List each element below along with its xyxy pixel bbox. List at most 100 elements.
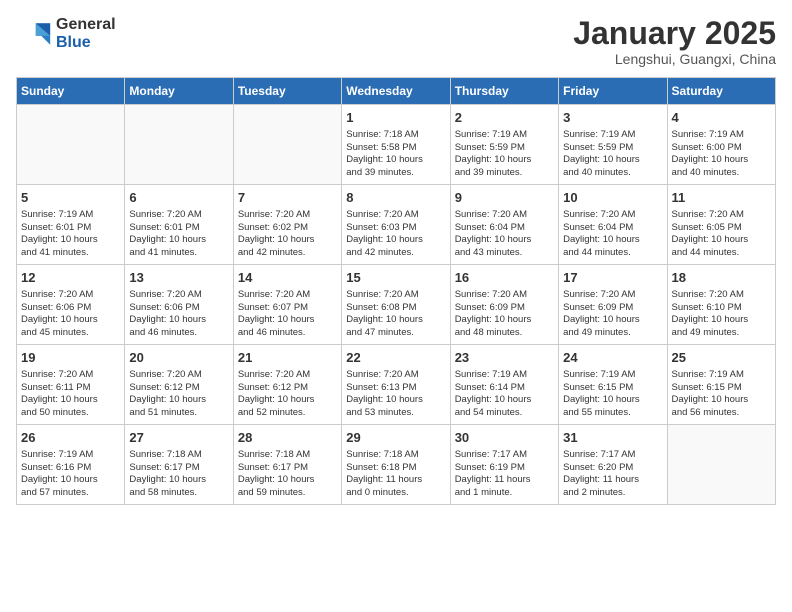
day-number: 4 [672, 109, 771, 127]
logo: General Blue [16, 16, 116, 52]
day-number: 24 [563, 349, 662, 367]
day-info: Sunrise: 7:18 AM Sunset: 6:17 PM Dayligh… [238, 449, 337, 500]
day-number: 10 [563, 189, 662, 207]
day-info: Sunrise: 7:18 AM Sunset: 6:17 PM Dayligh… [129, 449, 228, 500]
calendar-cell [233, 105, 341, 185]
day-number: 3 [563, 109, 662, 127]
calendar-cell: 6 Sunrise: 7:20 AM Sunset: 6:01 PM Daylig… [125, 185, 233, 265]
calendar-cell: 13 Sunrise: 7:20 AM Sunset: 6:06 PM Dayli… [125, 265, 233, 345]
weekday-header-cell: Saturday [667, 78, 775, 105]
day-number: 13 [129, 269, 228, 287]
day-info: Sunrise: 7:20 AM Sunset: 6:09 PM Dayligh… [455, 289, 554, 340]
calendar-week-row: 1 Sunrise: 7:18 AM Sunset: 5:58 PM Daylig… [17, 105, 776, 185]
day-number: 6 [129, 189, 228, 207]
day-info: Sunrise: 7:19 AM Sunset: 6:14 PM Dayligh… [455, 369, 554, 420]
calendar-cell: 25 Sunrise: 7:19 AM Sunset: 6:15 PM Dayli… [667, 345, 775, 425]
day-info: Sunrise: 7:17 AM Sunset: 6:20 PM Dayligh… [563, 449, 662, 500]
calendar-cell: 22Sunrise: 7:20 AM Sunset: 6:13 PM Dayli… [342, 345, 450, 425]
calendar-week-row: 19 Sunrise: 7:20 AM Sunset: 6:11 PM Dayli… [17, 345, 776, 425]
day-info: Sunrise: 7:17 AM Sunset: 6:19 PM Dayligh… [455, 449, 554, 500]
calendar-week-row: 26 Sunrise: 7:19 AM Sunset: 6:16 PM Dayli… [17, 425, 776, 505]
day-info: Sunrise: 7:18 AM Sunset: 5:58 PM Dayligh… [346, 129, 445, 180]
calendar-cell: 10Sunrise: 7:20 AM Sunset: 6:04 PM Dayli… [559, 185, 667, 265]
calendar-cell: 11 Sunrise: 7:20 AM Sunset: 6:05 PM Dayli… [667, 185, 775, 265]
day-number: 12 [21, 269, 120, 287]
location-subtitle: Lengshui, Guangxi, China [573, 51, 776, 67]
calendar-cell: 21Sunrise: 7:20 AM Sunset: 6:12 PM Dayli… [233, 345, 341, 425]
day-info: Sunrise: 7:20 AM Sunset: 6:07 PM Dayligh… [238, 289, 337, 340]
day-number: 5 [21, 189, 120, 207]
calendar-cell: 2 Sunrise: 7:19 AM Sunset: 5:59 PM Daylig… [450, 105, 558, 185]
day-info: Sunrise: 7:19 AM Sunset: 6:16 PM Dayligh… [21, 449, 120, 500]
day-number: 15 [346, 269, 445, 287]
day-number: 7 [238, 189, 337, 207]
day-number: 14 [238, 269, 337, 287]
calendar-cell: 29Sunrise: 7:18 AM Sunset: 6:18 PM Dayli… [342, 425, 450, 505]
weekday-header-cell: Monday [125, 78, 233, 105]
day-info: Sunrise: 7:20 AM Sunset: 6:01 PM Dayligh… [129, 209, 228, 260]
weekday-header-cell: Friday [559, 78, 667, 105]
calendar-cell [667, 425, 775, 505]
day-number: 31 [563, 429, 662, 447]
day-info: Sunrise: 7:20 AM Sunset: 6:08 PM Dayligh… [346, 289, 445, 340]
day-number: 22 [346, 349, 445, 367]
logo-text: General Blue [56, 16, 116, 52]
calendar-cell: 3 Sunrise: 7:19 AM Sunset: 5:59 PM Daylig… [559, 105, 667, 185]
day-info: Sunrise: 7:19 AM Sunset: 5:59 PM Dayligh… [563, 129, 662, 180]
weekday-header-cell: Tuesday [233, 78, 341, 105]
day-info: Sunrise: 7:19 AM Sunset: 6:15 PM Dayligh… [672, 369, 771, 420]
day-number: 28 [238, 429, 337, 447]
day-info: Sunrise: 7:20 AM Sunset: 6:09 PM Dayligh… [563, 289, 662, 340]
calendar-week-row: 12 Sunrise: 7:20 AM Sunset: 6:06 PM Dayli… [17, 265, 776, 345]
day-number: 23 [455, 349, 554, 367]
calendar-cell: 28 Sunrise: 7:18 AM Sunset: 6:17 PM Dayli… [233, 425, 341, 505]
page-header: General Blue January 2025 Lengshui, Guan… [16, 16, 776, 67]
calendar-header-row: SundayMondayTuesdayWednesdayThursdayFrid… [17, 78, 776, 105]
day-info: Sunrise: 7:19 AM Sunset: 6:01 PM Dayligh… [21, 209, 120, 260]
day-number: 8 [346, 189, 445, 207]
calendar-cell: 31 Sunrise: 7:17 AM Sunset: 6:20 PM Dayli… [559, 425, 667, 505]
calendar-cell: 15 Sunrise: 7:20 AM Sunset: 6:08 PM Dayli… [342, 265, 450, 345]
day-number: 25 [672, 349, 771, 367]
day-info: Sunrise: 7:18 AM Sunset: 6:18 PM Dayligh… [346, 449, 445, 500]
weekday-header-cell: Wednesday [342, 78, 450, 105]
calendar-cell [17, 105, 125, 185]
calendar-cell: 24 Sunrise: 7:19 AM Sunset: 6:15 PM Dayli… [559, 345, 667, 425]
day-number: 26 [21, 429, 120, 447]
day-number: 17 [563, 269, 662, 287]
day-number: 2 [455, 109, 554, 127]
day-info: Sunrise: 7:20 AM Sunset: 6:12 PM Dayligh… [238, 369, 337, 420]
calendar-body: 1 Sunrise: 7:18 AM Sunset: 5:58 PM Daylig… [17, 105, 776, 505]
calendar-cell: 7Sunrise: 7:20 AM Sunset: 6:02 PM Daylig… [233, 185, 341, 265]
day-number: 16 [455, 269, 554, 287]
day-number: 1 [346, 109, 445, 127]
day-number: 11 [672, 189, 771, 207]
day-info: Sunrise: 7:19 AM Sunset: 6:15 PM Dayligh… [563, 369, 662, 420]
day-info: Sunrise: 7:20 AM Sunset: 6:06 PM Dayligh… [129, 289, 228, 340]
day-info: Sunrise: 7:20 AM Sunset: 6:04 PM Dayligh… [455, 209, 554, 260]
calendar-cell: 5 Sunrise: 7:19 AM Sunset: 6:01 PM Daylig… [17, 185, 125, 265]
day-number: 19 [21, 349, 120, 367]
calendar-cell: 12Sunrise: 7:20 AM Sunset: 6:06 PM Dayli… [17, 265, 125, 345]
title-block: January 2025 Lengshui, Guangxi, China [573, 16, 776, 67]
month-title: January 2025 [573, 16, 776, 51]
day-info: Sunrise: 7:19 AM Sunset: 6:00 PM Dayligh… [672, 129, 771, 180]
calendar-cell: 27 Sunrise: 7:18 AM Sunset: 6:17 PM Dayli… [125, 425, 233, 505]
day-info: Sunrise: 7:20 AM Sunset: 6:05 PM Dayligh… [672, 209, 771, 260]
logo-icon [16, 19, 52, 49]
weekday-header-cell: Thursday [450, 78, 558, 105]
calendar-cell: 9Sunrise: 7:20 AM Sunset: 6:04 PM Daylig… [450, 185, 558, 265]
calendar-cell: 8Sunrise: 7:20 AM Sunset: 6:03 PM Daylig… [342, 185, 450, 265]
calendar-week-row: 5 Sunrise: 7:19 AM Sunset: 6:01 PM Daylig… [17, 185, 776, 265]
day-number: 30 [455, 429, 554, 447]
day-info: Sunrise: 7:20 AM Sunset: 6:12 PM Dayligh… [129, 369, 228, 420]
day-number: 20 [129, 349, 228, 367]
calendar-cell: 19 Sunrise: 7:20 AM Sunset: 6:11 PM Dayli… [17, 345, 125, 425]
calendar-cell [125, 105, 233, 185]
day-info: Sunrise: 7:20 AM Sunset: 6:10 PM Dayligh… [672, 289, 771, 340]
day-info: Sunrise: 7:20 AM Sunset: 6:11 PM Dayligh… [21, 369, 120, 420]
day-info: Sunrise: 7:19 AM Sunset: 5:59 PM Dayligh… [455, 129, 554, 180]
day-number: 27 [129, 429, 228, 447]
day-number: 18 [672, 269, 771, 287]
calendar-cell: 1 Sunrise: 7:18 AM Sunset: 5:58 PM Daylig… [342, 105, 450, 185]
